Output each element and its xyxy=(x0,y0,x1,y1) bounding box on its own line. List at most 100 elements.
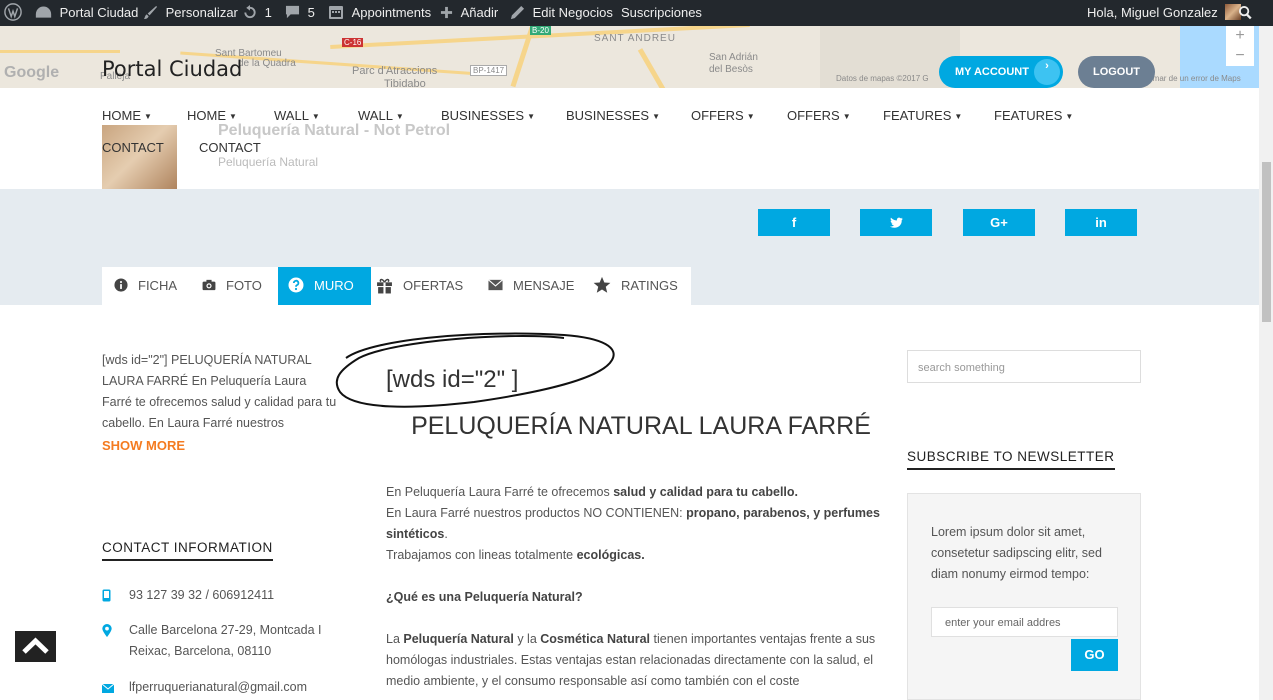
dashboard-icon xyxy=(35,6,52,18)
add-new-label: Añadir xyxy=(460,5,499,20)
nav-features[interactable]: FEATURES ▼ xyxy=(883,108,962,123)
tab-mensaje[interactable]: MENSAJE xyxy=(488,267,593,305)
customize-link[interactable]: Personalizar xyxy=(143,0,238,26)
caret-down-icon: ▼ xyxy=(527,112,536,121)
search-icon[interactable] xyxy=(1238,0,1253,26)
search-input[interactable]: search something xyxy=(907,350,1141,383)
logout-button[interactable]: LOGOUT xyxy=(1078,56,1155,88)
text: y la xyxy=(513,632,541,646)
newsletter-box: Lorem ipsum dolor sit amet, consetetur s… xyxy=(907,493,1141,700)
site-logo[interactable]: Portal Ciudad xyxy=(102,57,242,81)
newsletter-go-button[interactable]: GO xyxy=(1071,639,1118,671)
map-zoom-control[interactable]: + − xyxy=(1226,26,1254,66)
appointments-link[interactable]: Appointments xyxy=(328,0,431,26)
nav-label: WALL xyxy=(358,108,393,123)
edit-business-link[interactable]: Edit Negocios xyxy=(510,0,613,26)
nav-businesses-2[interactable]: BUSINESSES ▼ xyxy=(566,108,660,123)
business-thumbnail xyxy=(102,125,177,197)
linkedin-share-button[interactable]: in xyxy=(1065,209,1137,236)
caret-down-icon: ▼ xyxy=(746,112,755,121)
text-bold: Peluquería Natural xyxy=(403,632,514,646)
nav-contact-2[interactable]: CONTACT xyxy=(199,140,261,155)
nav-offers-2[interactable]: OFFERS ▼ xyxy=(787,108,851,123)
star-icon xyxy=(593,276,611,293)
twitter-icon xyxy=(889,217,903,228)
gift-icon xyxy=(377,278,392,294)
twitter-share-button[interactable] xyxy=(860,209,932,236)
map-attribution: Datos de mapas ©2017 G xyxy=(836,74,929,83)
tab-ficha[interactable]: FICHA xyxy=(102,267,202,305)
tab-foto[interactable]: FOTO xyxy=(202,267,278,305)
newsletter-text: Lorem ipsum dolor sit amet, consetetur s… xyxy=(931,525,1102,581)
subscriptions-link[interactable]: Suscripciones xyxy=(621,0,702,26)
map-error-link[interactable]: rmar de un error de Maps xyxy=(1150,74,1241,83)
pencil-icon xyxy=(510,5,525,19)
nav-contact[interactable]: CONTACT xyxy=(102,140,164,155)
nav-wall[interactable]: WALL ▼ xyxy=(274,108,320,123)
phone-number: 93 127 39 32 / 606912411 xyxy=(129,588,275,602)
caret-down-icon: ▼ xyxy=(311,112,320,121)
user-greeting[interactable]: Hola, Miguel Gonzalez xyxy=(1087,0,1242,26)
chevron-up-icon xyxy=(22,637,49,654)
tab-ofertas[interactable]: OFERTAS xyxy=(376,267,486,305)
address-text: Calle Barcelona 27-29, Montcada I Reixac… xyxy=(129,623,322,658)
site-name-link[interactable]: Portal Ciudad xyxy=(35,0,138,26)
newsletter-email-input[interactable]: enter your email addres xyxy=(931,607,1118,637)
tab-ratings[interactable]: RATINGS xyxy=(593,267,691,305)
updates-link[interactable]: 1 xyxy=(242,0,272,26)
user-greeting-label: Hola, Miguel Gonzalez xyxy=(1087,5,1218,20)
scrollbar-thumb[interactable] xyxy=(1262,162,1271,322)
nav-home-2[interactable]: HOME ▼ xyxy=(187,108,237,123)
page-scrollbar[interactable] xyxy=(1259,26,1273,700)
map-label: San Adrián xyxy=(709,52,758,63)
business-excerpt: [wds id="2"] PELUQUERÍA NATURAL LAURA FA… xyxy=(102,353,337,430)
nav-businesses[interactable]: BUSINESSES ▼ xyxy=(441,108,535,123)
comments-link[interactable]: 5 xyxy=(285,0,315,26)
contact-address: Calle Barcelona 27-29, Montcada I Reixac… xyxy=(102,620,342,662)
caret-down-icon: ▼ xyxy=(144,112,152,121)
tab-label: MURO xyxy=(314,278,354,293)
question-heading: ¿Qué es una Peluquería Natural? xyxy=(386,590,583,604)
caret-down-icon: ▼ xyxy=(842,112,851,121)
my-account-button[interactable]: MY ACCOUNT › xyxy=(939,56,1063,88)
caret-down-icon: ▼ xyxy=(229,112,237,121)
comment-icon xyxy=(285,5,300,19)
admin-bar: Portal Ciudad Personalizar 1 5 Appointme… xyxy=(0,0,1273,26)
map-road-badge: B-20 xyxy=(530,26,551,35)
wordpress-logo-icon[interactable] xyxy=(4,0,22,26)
envelope-icon xyxy=(488,279,503,291)
edit-business-label: Edit Negocios xyxy=(532,5,613,20)
map-marker-icon xyxy=(102,624,112,637)
google-logo: Google xyxy=(4,64,60,81)
business-banner: f G+ in FICHA FOTO MURO OFERTAS MENSAJE … xyxy=(0,189,1259,305)
map-label: SANT ANDREU xyxy=(594,33,676,44)
tab-muro[interactable]: MURO xyxy=(278,267,371,305)
add-new-link[interactable]: Añadir xyxy=(440,0,498,26)
show-more-link[interactable]: SHOW MORE xyxy=(102,438,185,453)
google-plus-share-button[interactable]: G+ xyxy=(963,209,1035,236)
appointments-label: Appointments xyxy=(351,5,432,20)
nav-wall-2[interactable]: WALL ▼ xyxy=(358,108,404,123)
nav-offers[interactable]: OFFERS ▼ xyxy=(691,108,755,123)
caret-down-icon: ▼ xyxy=(395,112,404,121)
text: La xyxy=(386,632,404,646)
nav-features-2[interactable]: FEATURES ▼ xyxy=(994,108,1073,123)
back-to-top-button[interactable] xyxy=(15,631,56,662)
customize-label: Personalizar xyxy=(165,5,238,20)
email-address[interactable]: lfperruquerianatural@gmail.com xyxy=(129,677,362,698)
updates-count: 1 xyxy=(264,5,272,20)
camera-icon xyxy=(202,279,216,291)
calendar-icon xyxy=(329,6,343,20)
contact-phone: 93 127 39 32 / 606912411 xyxy=(102,585,352,606)
map-label: Parc d'Atraccions xyxy=(352,65,438,77)
newsletter-title: SUBSCRIBE TO NEWSLETTER xyxy=(907,449,1115,470)
map-road-badge: C-16 xyxy=(342,38,364,47)
nav-label: HOME xyxy=(187,108,226,123)
caret-down-icon: ▼ xyxy=(954,112,963,121)
map-label: Tibidabo xyxy=(384,78,426,88)
nav-label: OFFERS xyxy=(787,108,840,123)
nav-label: FEATURES xyxy=(994,108,1063,123)
nav-home[interactable]: HOME ▼ xyxy=(102,108,152,123)
facebook-share-button[interactable]: f xyxy=(758,209,830,236)
site-header: Peluquería Natural - Not Petrol Peluquer… xyxy=(0,88,1259,197)
